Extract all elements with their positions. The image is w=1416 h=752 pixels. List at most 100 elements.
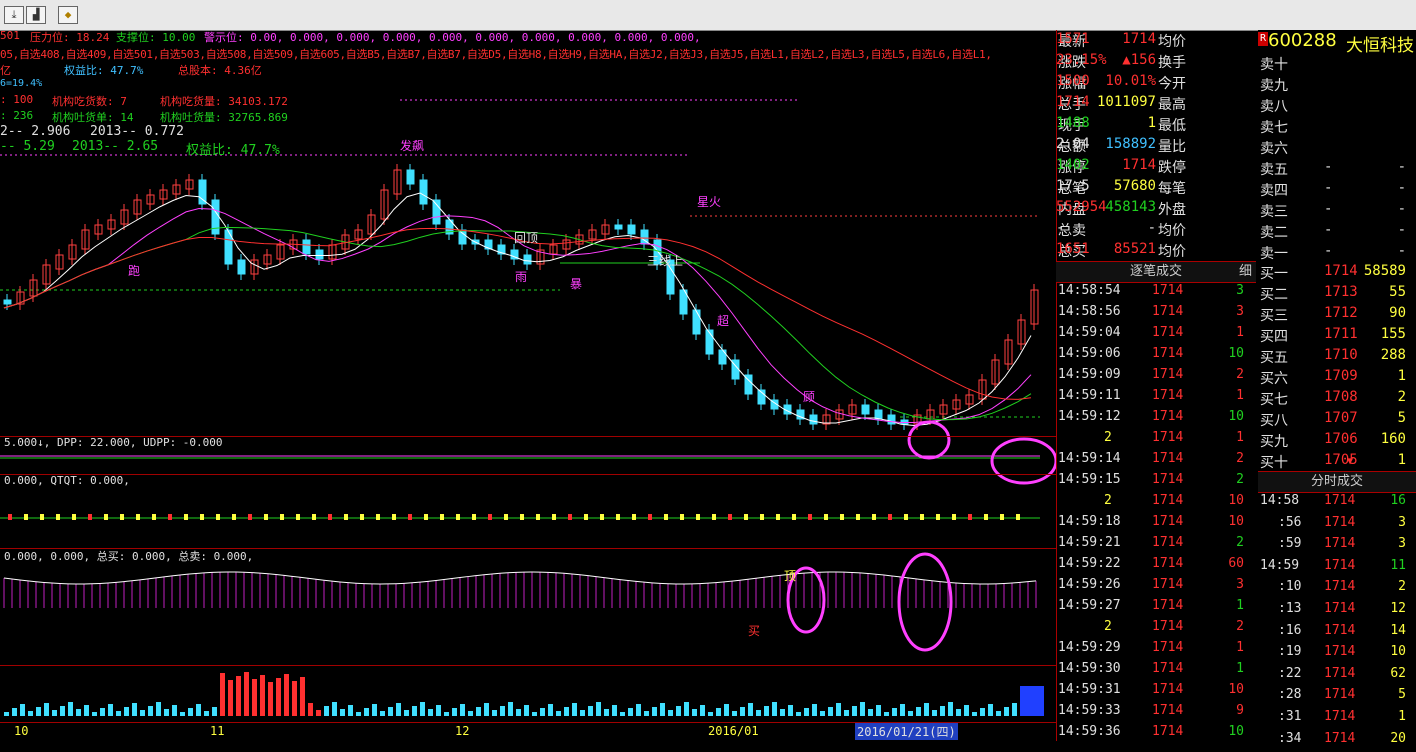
quote-value2: 23.15% (1056, 52, 1107, 68)
quote-label2: 今开 (1158, 76, 1186, 92)
volume-bar (660, 703, 665, 716)
ind2-bar (888, 514, 892, 520)
kline-chart-area[interactable]: 501 压力位: 18.24 支撑位: 10.00 警示位: 0.00, 0.0… (0, 29, 1056, 741)
quote-value: 1714 (1122, 31, 1156, 47)
panel-divider (0, 665, 1056, 666)
volume-bar (140, 710, 145, 716)
buy-price: 1710 (1324, 347, 1358, 363)
sell-volume: - (1397, 180, 1406, 196)
sell-level[interactable]: 卖九 (1258, 75, 1416, 96)
buy-level[interactable]: 买六 1709 1 (1258, 368, 1416, 389)
volume-bar (188, 708, 193, 716)
volume-bar (964, 705, 969, 716)
ind2-bar (8, 514, 12, 520)
ind2-bar (424, 514, 428, 520)
sell-level[interactable]: 卖七 (1258, 117, 1416, 138)
tick-time: 14:59:22 (1058, 556, 1121, 571)
minute-time: :28 (1278, 687, 1302, 703)
sell-level[interactable]: 卖五 - - (1258, 159, 1416, 180)
tick-time: 14:59:04 (1058, 325, 1121, 340)
equity-ratio: 权益比: 47.7% (64, 64, 144, 77)
ind2-bar (168, 514, 172, 520)
sell-level[interactable]: 卖二 - - (1258, 222, 1416, 243)
tick-row: 14:59:04 1714 1 (1056, 325, 1256, 346)
minute-price: 1714 (1324, 687, 1356, 703)
sell-level[interactable]: 卖一 - - (1258, 243, 1416, 264)
tick-price: 1714 (1152, 493, 1184, 508)
buy-label: 买八 (1260, 413, 1288, 429)
buy-level[interactable]: 买五 1710 288 (1258, 347, 1416, 368)
ticks-header[interactable]: 逐笔成交 细 (1056, 261, 1256, 283)
tick-price: 1714 (1152, 682, 1184, 697)
volume-bar (164, 709, 169, 716)
buy-price: 1711 (1324, 326, 1358, 342)
volume-bar (44, 703, 49, 716)
quote-value: 1 (1147, 115, 1156, 131)
download-icon[interactable]: ⤓ (4, 6, 24, 24)
buy-level[interactable]: 买十 1705 1 (1258, 452, 1416, 473)
ind2-bar (968, 514, 972, 520)
buy-level[interactable]: 买三 1712 90 (1258, 305, 1416, 326)
buy-level[interactable]: 买四 1711 155 (1258, 326, 1416, 347)
sell-level[interactable]: 卖十 (1258, 54, 1416, 75)
chart-icon[interactable]: ▟ (26, 6, 46, 24)
minute-header-label: 分时成交 (1310, 474, 1363, 489)
sell-level[interactable]: 卖三 - - (1258, 201, 1416, 222)
volume-bar (492, 710, 497, 716)
buy-volume: 288 (1380, 347, 1406, 363)
buy-level[interactable]: 买八 1707 5 (1258, 410, 1416, 431)
minute-row: :31 1714 1 (1258, 709, 1416, 730)
sell-level[interactable]: 卖六 (1258, 138, 1416, 159)
buy-label: 买二 (1260, 287, 1288, 303)
buy-price: 1712 (1324, 305, 1358, 321)
xaxis-label: 12 (455, 724, 470, 738)
volume-bar (300, 677, 305, 716)
buy-level[interactable]: 买二 1713 55 (1258, 284, 1416, 305)
tick-price: 1714 (1152, 367, 1184, 382)
minute-price: 1714 (1324, 730, 1356, 746)
volume-bar (972, 712, 977, 716)
buy-price: 1706 (1324, 431, 1358, 447)
minute-time: :34 (1278, 730, 1302, 746)
minute-row: :28 1714 5 (1258, 687, 1416, 708)
buy-level[interactable]: 买一 1714 58589 (1258, 263, 1416, 284)
quote-value: 1714 (1122, 157, 1156, 173)
minute-header[interactable]: 分时成交 (1258, 471, 1416, 493)
tick-volume: 10 (1228, 682, 1244, 697)
volume-bar (1020, 686, 1044, 716)
candle-body (874, 409, 883, 420)
ind2-bar (40, 514, 44, 520)
buy-level[interactable]: 买七 1708 2 (1258, 389, 1416, 410)
volume-bar (748, 703, 753, 716)
quote-value2: 552954 (1056, 199, 1107, 215)
quote-label2: 跌停 (1158, 160, 1186, 176)
sell-volume: - (1397, 201, 1406, 217)
ind2-bar (808, 514, 812, 520)
ind2-bar (936, 514, 940, 520)
minute-time: :31 (1278, 709, 1302, 724)
ind2-bar (136, 514, 140, 520)
annotation-pao: 跑 (128, 264, 141, 278)
volume-bar (268, 682, 273, 716)
volume-bar (892, 708, 897, 716)
ticks-detail-button[interactable]: 细 (1239, 262, 1252, 282)
tick-price: 1714 (1152, 556, 1184, 571)
buy-level[interactable]: 买九 1706 160 (1258, 431, 1416, 452)
quote-value: ▲156 (1122, 52, 1156, 68)
buy-label: 买一 (1260, 266, 1288, 282)
volume-bar (852, 706, 857, 716)
ind2-bar (872, 514, 876, 520)
buy-volume: 160 (1380, 431, 1406, 447)
volume-bar (956, 709, 961, 716)
help-icon[interactable]: ◆ (58, 6, 78, 24)
tick-volume: 1 (1236, 640, 1244, 655)
sell-level[interactable]: 卖八 (1258, 96, 1416, 117)
sell-level[interactable]: 卖四 - - (1258, 180, 1416, 201)
minute-time: :16 (1278, 622, 1302, 638)
highlight-circle (907, 420, 951, 460)
tick-time: 14:59:31 (1058, 682, 1121, 697)
tick-time: 14:58:56 (1058, 304, 1121, 319)
sell-label: 卖六 (1260, 141, 1288, 157)
quote-value2: 1488 (1056, 115, 1090, 131)
tick-volume: 2 (1236, 367, 1244, 382)
